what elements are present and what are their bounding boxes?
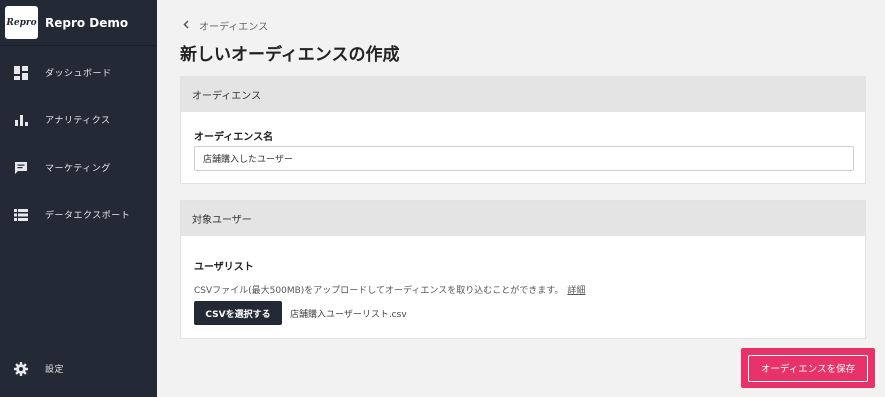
sidebar-item-label: マーケティング: [45, 163, 111, 174]
sidebar-item-settings[interactable]: 設定: [0, 356, 157, 380]
audience-card: オーディエンス オーディエンス名: [180, 76, 866, 184]
sidebar-item-marketing[interactable]: マーケティング: [0, 155, 157, 179]
message-icon: [14, 160, 28, 174]
card-header: オーディエンス: [181, 77, 865, 112]
dashboard-icon: [14, 65, 28, 80]
help-text: CSVファイル(最大500MB)をアップロードしてオーディエンスを取り込むことが…: [194, 283, 585, 296]
sidebar-item-label: 設定: [45, 364, 65, 375]
breadcrumb-label: オーディエンス: [199, 22, 269, 33]
sidebar-item-label: アナリティクス: [45, 115, 111, 126]
selected-file-name: 店舗購入ユーザーリスト.csv: [290, 310, 407, 320]
save-audience-button[interactable]: オーディエンスを保存: [748, 354, 868, 382]
details-link[interactable]: 詳細: [567, 286, 585, 296]
brand[interactable]: Repro Repro Demo: [0, 0, 157, 46]
sidebar-item-analytics[interactable]: アナリティクス: [0, 107, 157, 131]
target-users-card: 対象ユーザー ユーザリスト CSVファイル(最大500MB)をアップロードしてオ…: [180, 200, 866, 339]
card-header: 対象ユーザー: [181, 201, 865, 236]
audience-name-input[interactable]: [194, 146, 854, 171]
chevron-left-icon: [183, 19, 189, 32]
user-list-label: ユーザリスト: [194, 262, 254, 273]
app-name: Repro Demo: [45, 15, 129, 30]
save-button-focus-ring: オーディエンスを保存: [741, 348, 875, 388]
sidebar-item-data-export[interactable]: データエクスポート: [0, 202, 157, 226]
sidebar-item-label: ダッシュボード: [45, 68, 112, 79]
repro-logo: Repro: [5, 6, 38, 39]
sidebar-item-dashboard[interactable]: ダッシュボード: [0, 60, 157, 84]
gear-icon: [14, 361, 28, 376]
page-title: 新しいオーディエンスの作成: [180, 45, 400, 65]
help-description: CSVファイル(最大500MB)をアップロードしてオーディエンスを取り込むことが…: [194, 286, 564, 296]
sidebar-item-label: データエクスポート: [45, 210, 131, 221]
sidebar: Repro Repro Demo ダッシュボード アナリティクス マーケティング…: [0, 0, 157, 397]
list-icon: [14, 207, 28, 221]
breadcrumb[interactable]: オーディエンス: [183, 18, 268, 33]
bar-chart-icon: [14, 112, 28, 126]
audience-name-label: オーディエンス名: [194, 132, 274, 143]
select-csv-button[interactable]: CSVを選択する: [194, 301, 282, 325]
